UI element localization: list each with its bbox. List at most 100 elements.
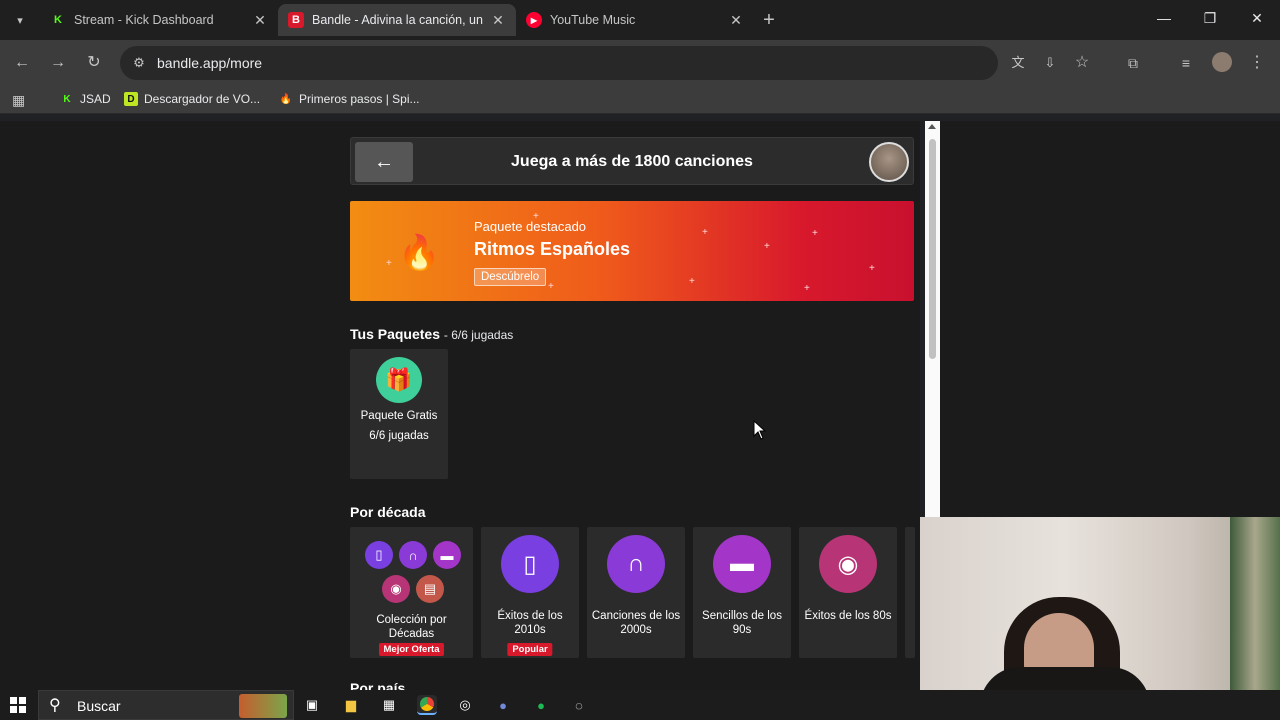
forward-icon[interactable]: → [47,52,69,74]
pack-name: Sencillos de los 90s [702,610,782,636]
pack-name: Colección por Décadas [376,614,447,640]
taskbar-search[interactable]: ⚲ Buscar [38,690,294,720]
minimize-icon[interactable]: — [1141,10,1187,26]
pack-partial[interactable] [905,527,915,658]
tab-youtube-music[interactable]: ▶ YouTube Music ✕ [516,4,754,36]
store-icon[interactable]: ▦ [379,695,399,715]
pack-name: Paquete Gratis [360,410,438,422]
install-app-icon[interactable]: ⇩ [1039,52,1061,74]
media-control-icon[interactable]: ≡ [1175,52,1197,74]
by-country-title: Por país [350,680,406,690]
close-icon[interactable]: ✕ [728,12,744,29]
pack-90s[interactable]: ▬ Sencillos de los 90s [693,527,791,658]
tab-search-chevron-icon[interactable]: ▾ [8,8,32,32]
vinyl-icon: ◉ [382,575,410,603]
app-icon[interactable]: ◌ [569,695,589,715]
by-decade-title: Por década [350,504,426,520]
flame-icon: 🔥 [398,234,441,272]
cassette-icon: ▬ [713,535,771,593]
your-packs-title: Tus Paquetes - 6/6 jugadas [350,326,513,342]
obs-icon[interactable]: ◎ [455,695,475,715]
pack-name: Éxitos de los 80s [804,610,892,622]
scroll-up-icon[interactable] [928,124,936,129]
extensions-icon[interactable]: ⧉ [1122,52,1144,74]
bookmark-descargador[interactable]: D Descargador de VO... [124,92,260,106]
phone-icon: ▯ [501,535,559,593]
tab-kick[interactable]: K Stream - Kick Dashboard ✕ [40,4,278,36]
person-body [980,667,1150,690]
windows-start-icon[interactable] [10,697,26,713]
pack-decades-collection[interactable]: ▯ ∩ ▬ ◉ ▤ Colección por Décadas Mejor Of… [350,527,473,658]
menu-icon[interactable]: ⋮ [1246,52,1268,74]
tab-title: Bandle - Adivina la canción, un [312,13,483,27]
discord-icon[interactable]: ● [493,695,513,715]
user-avatar[interactable] [869,142,909,182]
tab-bandle[interactable]: B Bandle - Adivina la canción, un ✕ [278,4,516,36]
webcam-overlay [920,517,1280,690]
curtain [1230,517,1280,690]
bookmark-label: Descargador de VO... [144,92,261,106]
pack-80s[interactable]: ◉ Éxitos de los 80s [799,527,897,658]
close-icon[interactable]: ✕ [490,12,506,29]
flame-icon: 🔥 [279,93,293,105]
profile-avatar[interactable] [1211,52,1233,74]
pack-name: Éxitos de los 2010s [497,610,563,636]
url-text: bandle.app/more [157,55,263,71]
back-icon[interactable]: ← [11,52,33,74]
radio-icon: ▤ [416,575,444,603]
task-view-icon[interactable]: ▣ [302,695,322,715]
apps-grid-icon[interactable]: ▦ [12,92,25,109]
mouse-cursor-icon [753,420,767,440]
close-window-icon[interactable]: ✕ [1234,10,1280,27]
bookmark-label: Primeros pasos | Spi... [299,92,420,106]
scrollbar[interactable] [925,121,940,517]
kick-icon: K [54,14,62,26]
tab-title: YouTube Music [550,13,636,27]
site-info-icon[interactable]: ⚙ [130,54,148,72]
pack-free[interactable]: 🎁 Paquete Gratis 6/6 jugadas [350,349,448,479]
spotify-icon[interactable]: ● [531,695,551,715]
best-offer-badge: Mejor Oferta [378,643,445,656]
page-title: Juega a más de 1800 canciones [511,153,753,170]
popular-badge: Popular [507,643,553,656]
bookmark-star-icon[interactable]: ☆ [1071,52,1093,74]
pack-2000s[interactable]: ∩ Canciones de los 2000s [587,527,685,658]
browser-toolbar: ← → ↻ ⚙ bandle.app/more 文 ⇩ ☆ ⧉ ≡ ⋮ [0,40,1280,86]
tab-strip: ▾ K Stream - Kick Dashboard ✕ B Bandle -… [0,0,1280,40]
gift-icon: 🎁 [376,357,422,403]
pack-plays: 6/6 jugadas [369,430,429,442]
pack-name: Canciones de los 2000s [591,610,681,636]
file-explorer-icon[interactable]: ▆ [341,695,361,715]
youtube-music-icon: ▶ [526,12,542,28]
discover-button[interactable]: Descúbrelo [474,268,547,286]
taskbar: ⚲ Buscar ▣ ▆ ▦ ◎ ● ● ◌ [0,690,1280,720]
search-icon: ⚲ [49,697,61,714]
banner-title: Ritmos Españoles [474,239,631,259]
bookmark-primeros-pasos[interactable]: 🔥 Primeros pasos | Spi... [279,92,420,106]
new-tab-icon[interactable]: + [758,9,780,31]
vinyl-icon: ◉ [819,535,877,593]
address-bar[interactable]: ⚙ bandle.app/more [120,46,998,80]
restore-icon[interactable]: ❐ [1187,10,1233,27]
cassette-icon: ▬ [433,541,461,569]
tab-title: Stream - Kick Dashboard [74,13,214,27]
search-highlight-image [239,694,287,718]
headphones-icon: ∩ [607,535,665,593]
translate-icon[interactable]: 文 [1007,52,1029,74]
taskbar-search-label: Buscar [77,698,121,714]
chrome-icon[interactable] [417,695,437,715]
banner-subtitle: Paquete destacado [474,219,587,234]
featured-pack-banner[interactable]: + + + + + + + + + 🔥 Paquete destacado Ri… [350,201,914,301]
headphones-icon: ∩ [399,541,427,569]
page-header: ← Juega a más de 1800 canciones [350,137,914,185]
reload-icon[interactable]: ↻ [83,52,105,74]
section-title-text: Tus Paquetes [350,326,440,342]
bookmark-jsad[interactable]: K JSAD [60,92,110,106]
bandle-icon: B [288,12,304,28]
pack-2010s[interactable]: ▯ Éxitos de los 2010s Popular [481,527,579,658]
section-count: - 6/6 jugadas [443,328,514,342]
page-right-area [940,121,1280,517]
scrollbar-thumb[interactable] [929,139,936,359]
kick-icon: K [63,93,71,105]
close-icon[interactable]: ✕ [252,12,268,29]
